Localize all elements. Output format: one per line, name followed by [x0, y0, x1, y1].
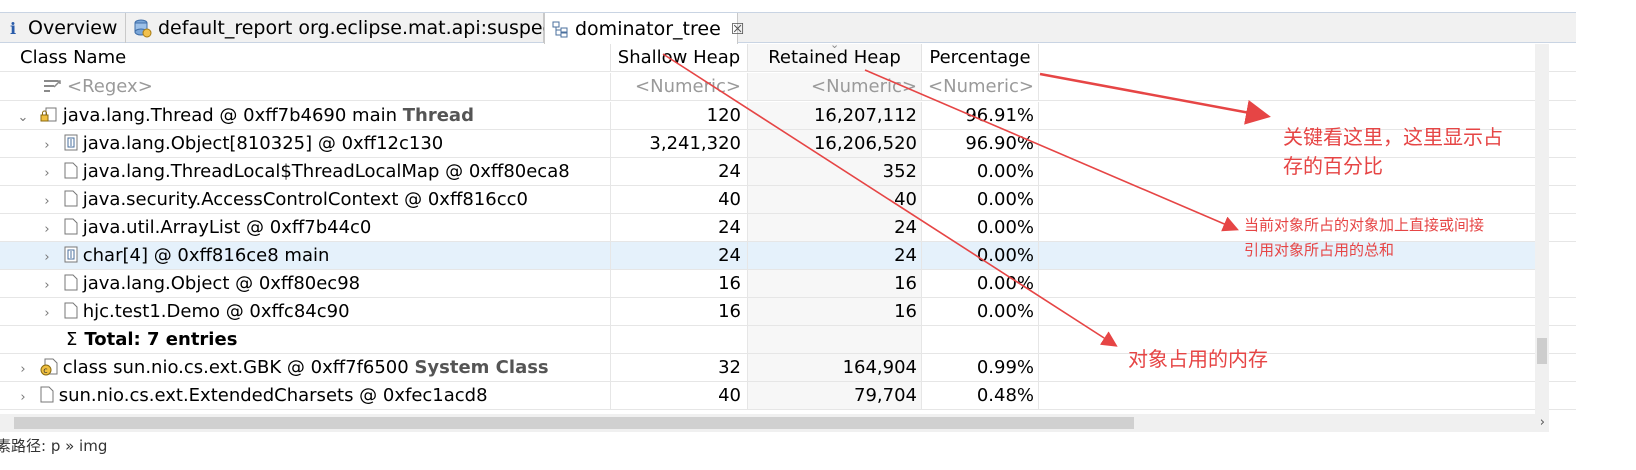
annotation-retained-heap: 当前对象所占的对象加上直接或间接 引用对象所占用的总和: [1244, 216, 1485, 259]
annotation-percentage: 关键看这里，这里显示占 存的百分比: [1283, 125, 1503, 178]
arrow-to-retained-note: [864, 69, 1239, 232]
annotation-shallow-heap: 对象占用的内存: [1128, 347, 1268, 371]
arrow-to-shallow-note: [662, 53, 1118, 347]
arrow-to-percentage-note: [1039, 72, 1271, 125]
